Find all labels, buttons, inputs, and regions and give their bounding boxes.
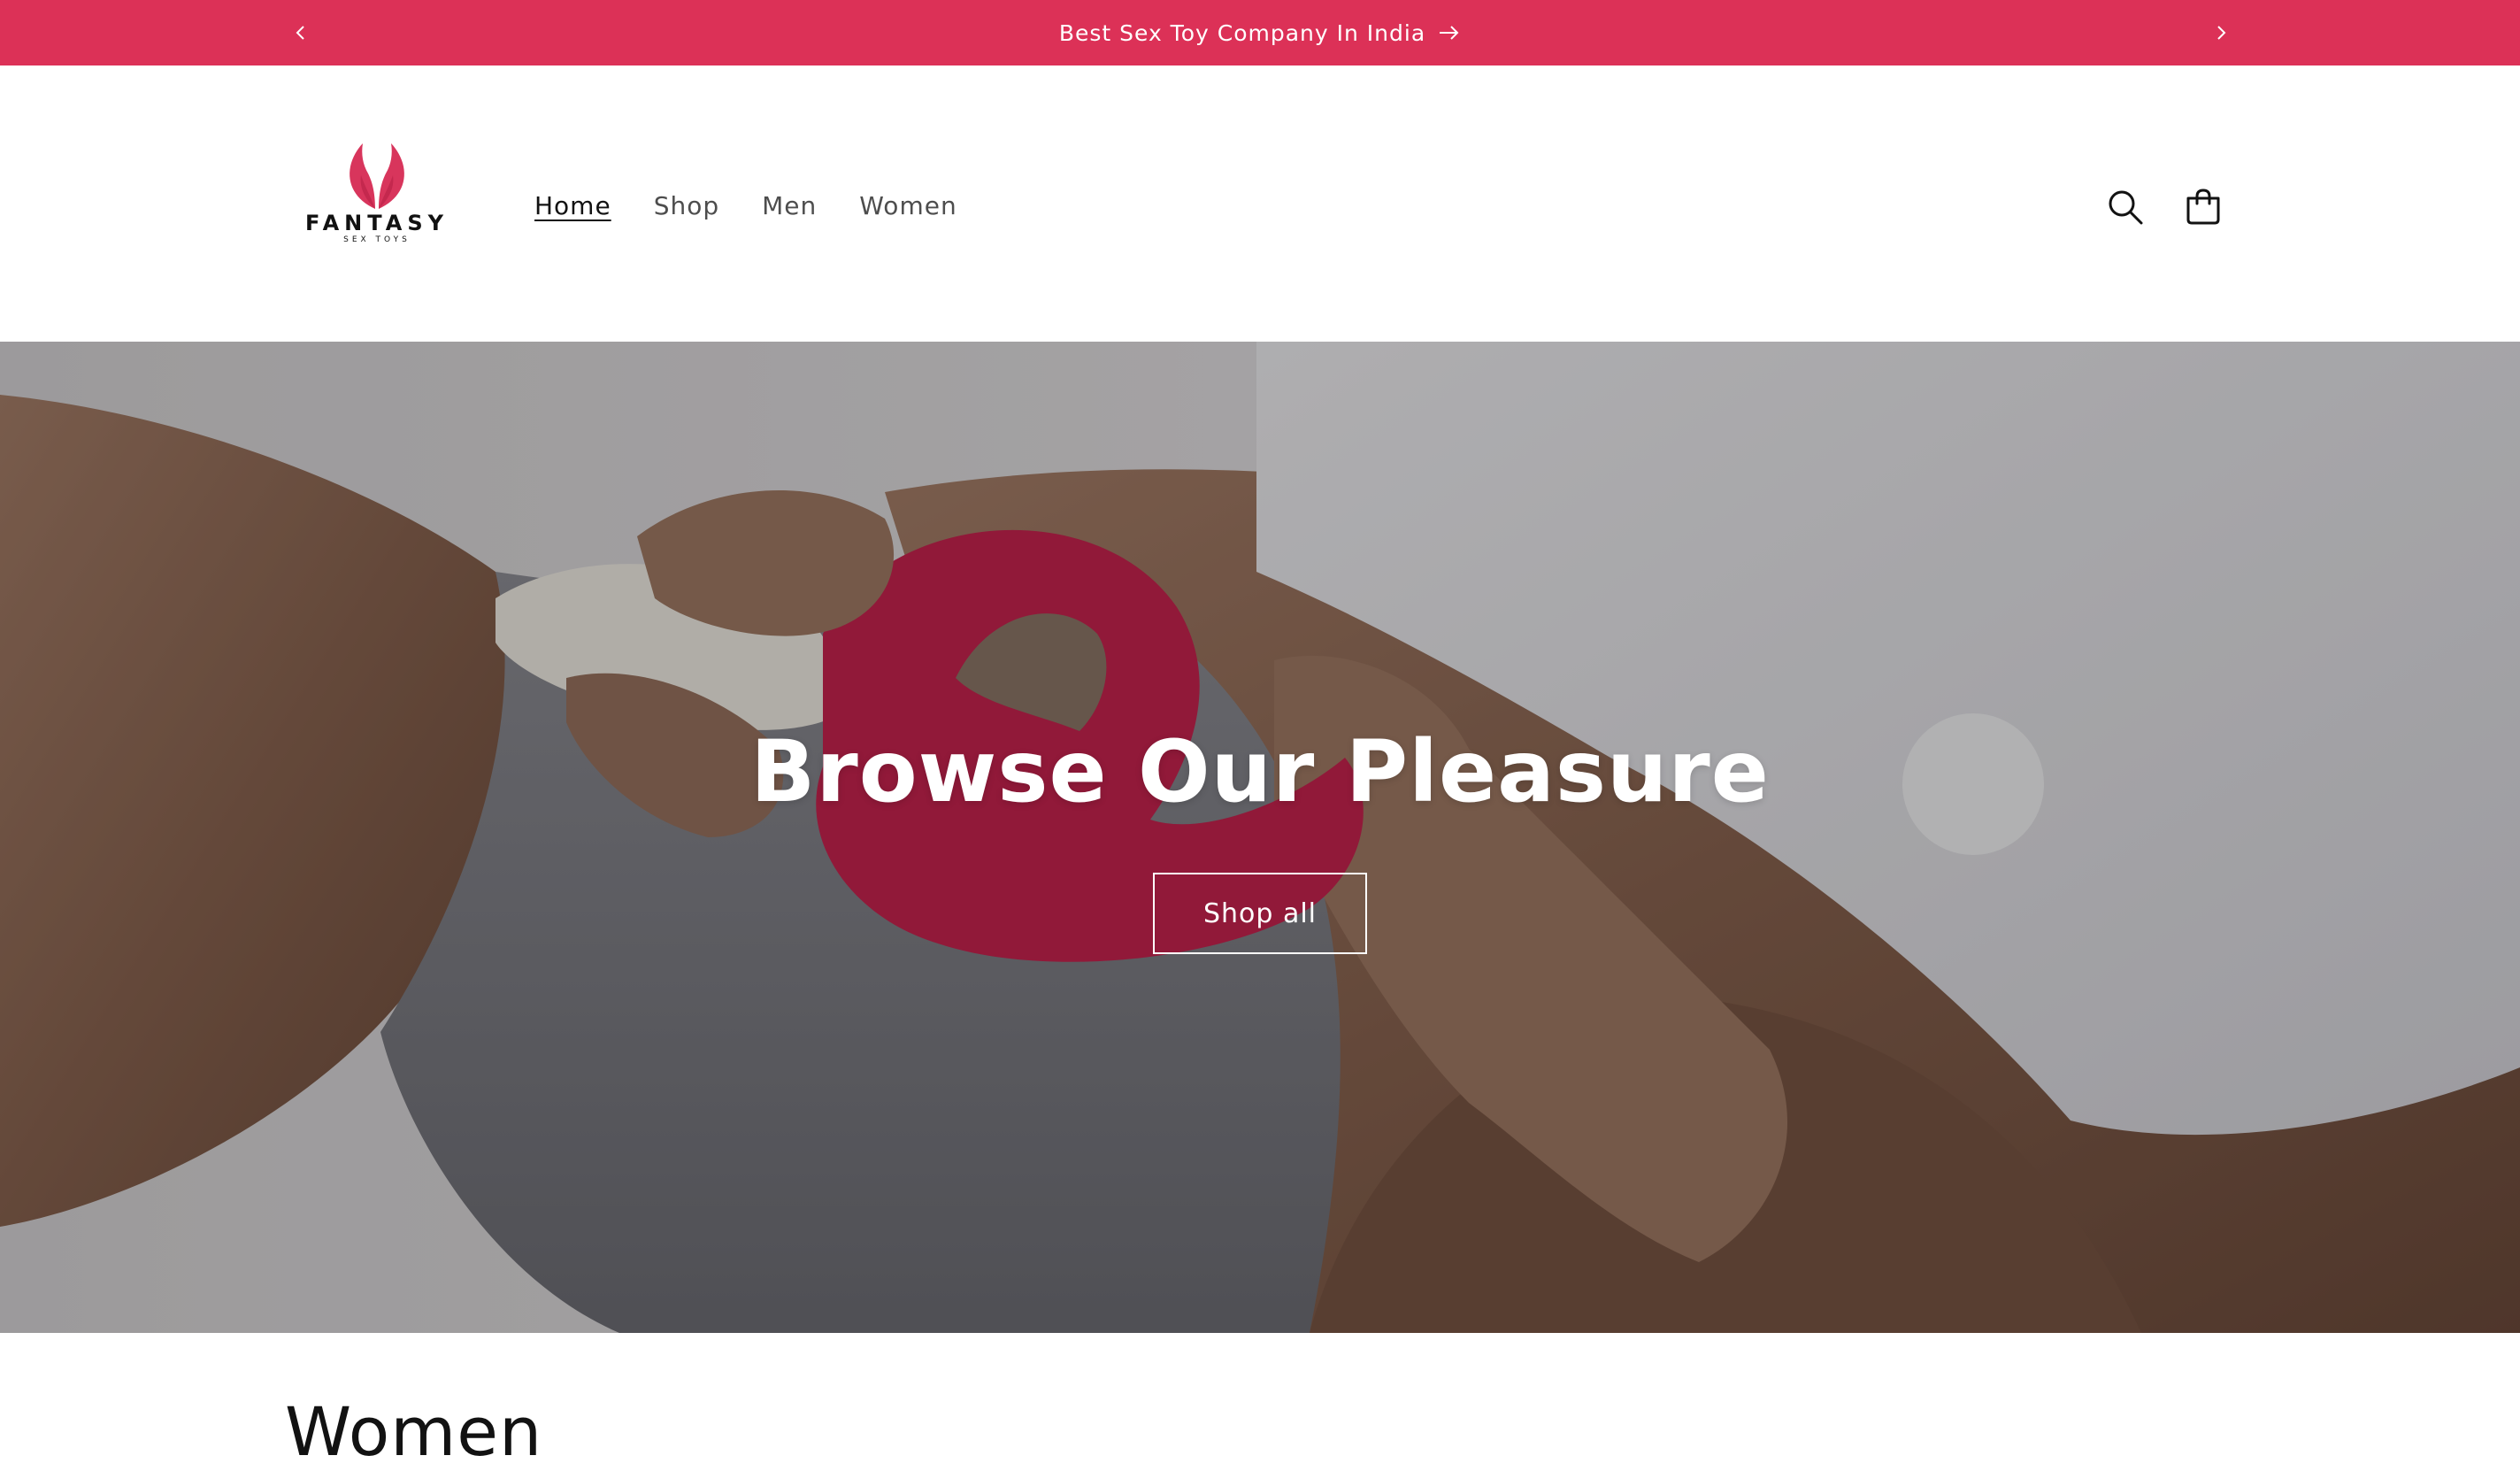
logo[interactable]: FANTASY SEX TOYS [301,140,453,251]
cart-button[interactable] [2177,181,2230,234]
announcement-text: Best Sex Toy Company In India [1058,19,1426,46]
announcement-bar: Best Sex Toy Company In India [0,0,2520,65]
logo-mark-icon [350,143,404,209]
search-icon [2109,190,2143,225]
search-button[interactable] [2099,181,2152,234]
chevron-right-icon [2217,26,2226,40]
nav-item-shop[interactable]: Shop [654,186,719,227]
hero-banner: Browse Our Pleasure Shop all [0,342,2520,1333]
announcement-message-link[interactable]: Best Sex Toy Company In India [0,0,2520,65]
hero-title: Browse Our Pleasure [750,722,1770,821]
site-header: FANTASY SEX TOYS Home Shop Men Women [0,65,2520,342]
collection-heading: Women [285,1392,543,1471]
main-nav: Home Shop Men Women [534,186,1000,227]
announcement-next-button[interactable] [2203,15,2239,50]
nav-item-home[interactable]: Home [534,186,611,227]
nav-item-men[interactable]: Men [762,186,817,227]
logo-tagline-text: SEX TOYS [343,235,411,244]
nav-item-women[interactable]: Women [859,186,957,227]
arrow-right-icon [1440,26,1459,40]
hero-overlay [0,342,2520,1333]
logo-brand-text: FANTASY [304,211,449,235]
cart-icon [2186,189,2220,225]
shop-all-button[interactable]: Shop all [1153,873,1367,954]
